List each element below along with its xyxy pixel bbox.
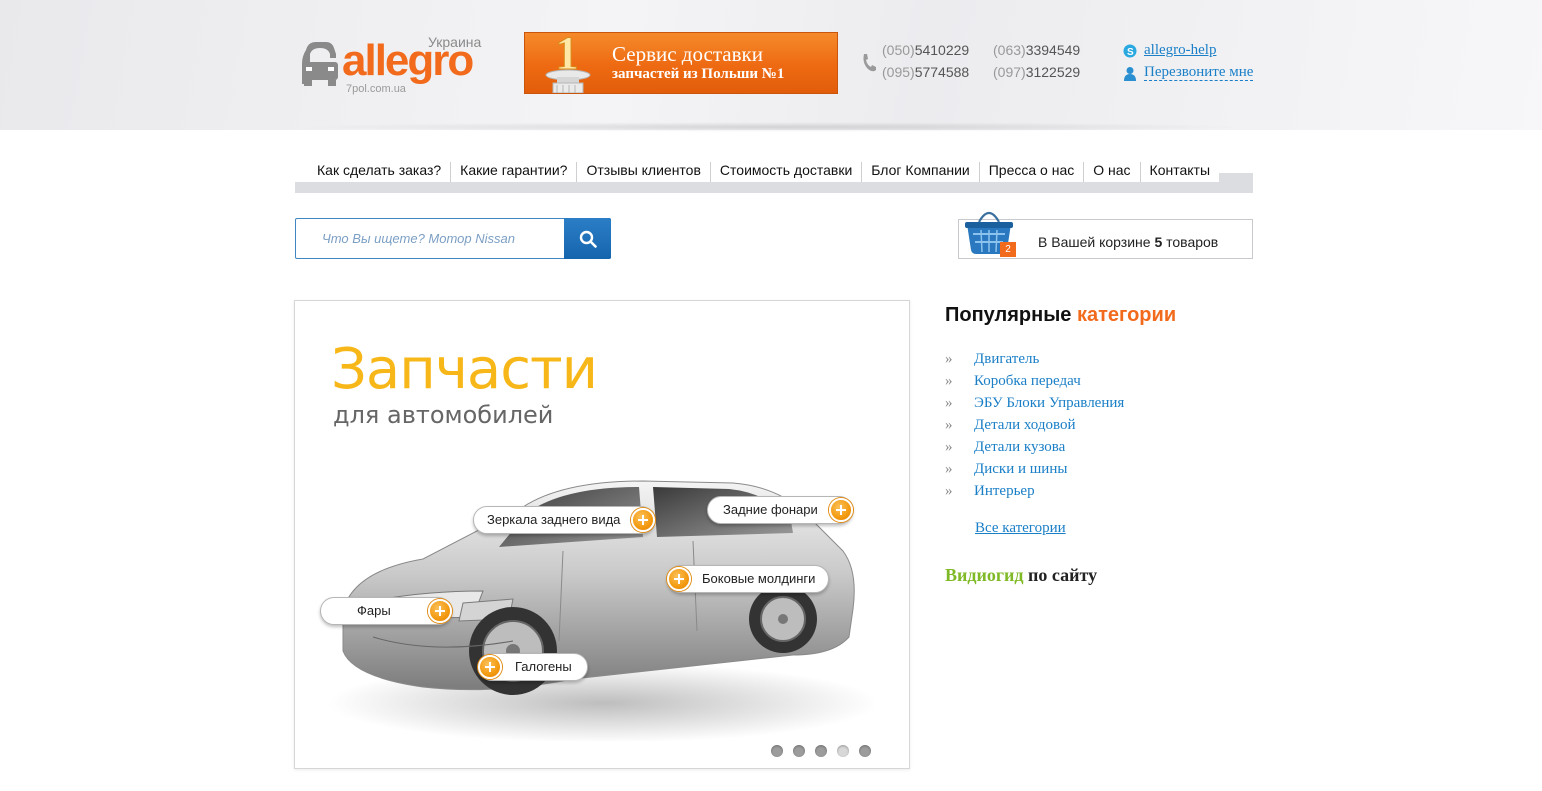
promo-headline: Сервис доставки	[612, 42, 763, 66]
plus-icon	[428, 599, 452, 623]
site-logo[interactable]: allegro Украина 7pol.com.ua	[298, 30, 498, 100]
trophy-icon: 1	[545, 33, 591, 93]
slide-title: Запчасти	[331, 337, 598, 402]
slider-dot[interactable]	[771, 745, 783, 757]
cart-count-badge: 2	[1000, 242, 1016, 257]
contact-links: S allegro-help Перезвоните мне	[1123, 42, 1254, 86]
slider-dot[interactable]	[815, 745, 827, 757]
phone-number[interactable]: (097)3122529	[993, 64, 1080, 80]
main-nav: Как сделать заказ? Какие гарантии? Отзыв…	[295, 158, 1253, 182]
category-link-ecu[interactable]: ЭБУ Блоки Управления	[974, 395, 1124, 411]
promo-subline: запчастей из Польши №1	[612, 66, 785, 82]
slider-pagination	[771, 745, 871, 757]
nav-item-about[interactable]: О нас	[1083, 158, 1140, 182]
phone-number[interactable]: (095)5774588	[882, 64, 969, 80]
hotspot-moldings[interactable]: Боковые молдинги	[667, 565, 829, 593]
phone-icon	[863, 54, 876, 72]
category-item: » ЭБУ Блоки Управления	[945, 393, 1245, 415]
slider-dot[interactable]	[837, 745, 849, 757]
search-icon	[579, 230, 597, 248]
hero-slider: Запчасти для автомобилей Зеркала заднего…	[294, 300, 910, 769]
category-link-body[interactable]: Детали кузова	[974, 439, 1065, 455]
slider-dot[interactable]	[793, 745, 805, 757]
cart-summary: В Вашей корзине 5 товаров	[1038, 234, 1219, 250]
nav-item-blog[interactable]: Блог Компании	[861, 158, 979, 182]
category-item: » Детали кузова	[945, 437, 1245, 459]
category-link-wheels[interactable]: Диски и шины	[974, 461, 1067, 477]
nav-item-contacts[interactable]: Контакты	[1139, 158, 1220, 182]
categories-heading: Популярные категории	[945, 304, 1177, 326]
phone-number[interactable]: (050)5410229	[882, 42, 969, 58]
arrow-icon: »	[945, 461, 953, 477]
category-link-engine[interactable]: Двигатель	[974, 351, 1039, 367]
plus-icon	[631, 508, 655, 532]
category-item: » Интерьер	[945, 481, 1245, 503]
skype-contact: S allegro-help	[1123, 42, 1253, 64]
category-item: » Двигатель	[945, 349, 1245, 371]
skype-icon: S	[1123, 44, 1137, 58]
header-shadow	[295, 122, 1253, 132]
nav-item-guarantees[interactable]: Какие гарантии?	[450, 158, 577, 182]
search-form	[295, 218, 611, 259]
svg-text:S: S	[1127, 47, 1134, 58]
category-link-chassis[interactable]: Детали ходовой	[974, 417, 1076, 433]
logo-country: Украина	[428, 34, 482, 50]
all-categories-link[interactable]: Все категории	[975, 520, 1066, 537]
arrow-icon: »	[945, 351, 953, 367]
nav-item-press[interactable]: Пресса о нас	[978, 158, 1084, 182]
hotspot-headlights[interactable]: Фары	[320, 597, 452, 625]
search-input[interactable]	[296, 219, 564, 258]
arrow-icon: »	[945, 417, 953, 433]
arrow-icon: »	[945, 439, 953, 455]
user-icon	[1124, 67, 1136, 81]
search-button[interactable]	[564, 218, 611, 259]
nav-item-reviews[interactable]: Отзывы клиентов	[576, 158, 710, 182]
logo-domain: 7pol.com.ua	[346, 83, 406, 95]
category-item: » Коробка передач	[945, 371, 1245, 393]
video-guide-heading[interactable]: Видиогид по сайту	[945, 565, 1245, 586]
popular-categories: Популярные категории » Двигатель » Коробка…	[945, 304, 1245, 586]
callback-contact: Перезвоните мне	[1123, 64, 1254, 86]
plus-icon	[829, 498, 853, 522]
hotspot-mirrors[interactable]: Зеркала заднего вида	[473, 506, 655, 534]
category-link-gearbox[interactable]: Коробка передач	[974, 373, 1081, 389]
slide-subtitle: для автомобилей	[333, 401, 554, 429]
plus-icon	[667, 567, 691, 591]
slider-dot[interactable]	[859, 745, 871, 757]
category-list: » Двигатель » Коробка передач » ЭБУ Блоки У…	[945, 349, 1245, 503]
nav-item-delivery-cost[interactable]: Стоимость доставки	[709, 158, 862, 182]
arrow-icon: »	[945, 395, 953, 411]
shopping-cart[interactable]: 2 В Вашей корзине 5 товаров	[958, 211, 1253, 259]
promo-banner[interactable]: 1 Сервис доставки запчастей из Польши №1	[524, 32, 838, 94]
callback-link[interactable]: Перезвоните мне	[1144, 64, 1254, 81]
hotspot-halogens[interactable]: Галогены	[478, 653, 588, 681]
nav-item-how-to-order[interactable]: Как сделать заказ?	[295, 158, 451, 182]
hotspot-rear-lights[interactable]: Задние фонари	[707, 496, 853, 524]
arrow-icon: »	[945, 373, 953, 389]
car-logo-icon	[302, 42, 338, 86]
plus-icon	[478, 655, 502, 679]
category-item: » Детали ходовой	[945, 415, 1245, 437]
arrow-icon: »	[945, 483, 953, 499]
skype-link[interactable]: allegro-help	[1144, 42, 1216, 58]
category-item: » Диски и шины	[945, 459, 1245, 481]
phone-number[interactable]: (063)3394549	[993, 42, 1080, 58]
category-link-interior[interactable]: Интерьер	[974, 483, 1035, 499]
